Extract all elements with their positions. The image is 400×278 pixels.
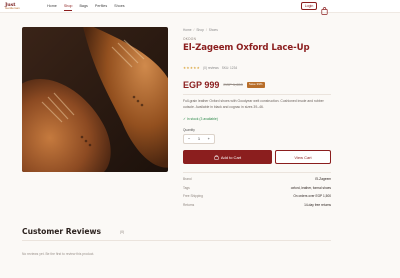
rating-stars: ★★★★★	[183, 66, 201, 70]
divider	[22, 240, 331, 241]
old-price: EGP 1,650	[223, 82, 243, 87]
stock-status: ✓ In stock (3 available)	[183, 117, 218, 121]
product-image[interactable]	[22, 27, 168, 172]
add-to-cart-button[interactable]: Add to Cart	[183, 150, 272, 164]
breadcrumb-shop[interactable]: Shop	[196, 28, 203, 32]
product-description: Full-grain leather Oxford shoes with Goo…	[183, 99, 324, 109]
divider	[183, 172, 331, 173]
spec-key: Returns	[183, 202, 195, 207]
breadcrumb: Home / Shop / Shoes	[183, 28, 218, 32]
spec-key: Free Shipping	[183, 194, 203, 199]
quantity-value[interactable]: 1	[198, 135, 200, 143]
add-to-cart-label: Add to Cart	[220, 154, 242, 160]
spec-key: Brand	[183, 177, 192, 181]
nav-item-home[interactable]: Home	[47, 4, 57, 9]
spec-key: Tags	[183, 185, 190, 190]
product-sku: SKU: 1234	[221, 66, 238, 70]
breadcrumb-home[interactable]: Home	[183, 28, 192, 32]
decrease-quantity-button[interactable]: −	[188, 135, 190, 143]
rating-reviews-count[interactable]: (0) reviews	[203, 66, 219, 70]
main-nav: Home Shop Bags Perfiles Shoes	[47, 4, 125, 11]
current-price: EGP 999	[183, 80, 220, 90]
nav-item-shoes[interactable]: Shoes	[114, 4, 124, 9]
divider	[183, 94, 331, 95]
cart-icon	[214, 154, 219, 160]
spec-value: oxford, leather, formal shoes	[290, 185, 331, 190]
sale-badge: Save 39%	[246, 82, 265, 88]
login-button[interactable]: Login	[301, 2, 317, 10]
bag-icon[interactable]	[321, 2, 328, 15]
breadcrumb-current: Shoes	[208, 28, 218, 32]
product-specs: Brand El-Zageem Tags oxford, leather, fo…	[183, 176, 331, 210]
spec-row: Free Shipping On orders over EGP 1,500	[183, 193, 331, 202]
nav-item-shop[interactable]: Shop	[63, 4, 72, 11]
view-cart-button[interactable]: View Cart	[275, 150, 331, 164]
quantity-label: Quantity	[183, 128, 195, 132]
price-row: EGP 999 EGP 1,650 Save 39%	[183, 80, 265, 90]
product-brand: OKDON	[183, 37, 197, 41]
nav-item-bags[interactable]: Bags	[79, 4, 87, 9]
reviews-empty-message: No reviews yet. Be the first to review t…	[22, 252, 95, 256]
breadcrumb-separator: /	[205, 28, 207, 32]
product-title: El-Zageem Oxford Lace-Up	[183, 43, 310, 53]
spec-row: Brand El-Zageem	[183, 176, 331, 185]
spec-row: Returns 14-day free returns	[183, 202, 331, 211]
top-navbar: Just Gentleman Home Shop Bags Perfiles S…	[0, 0, 400, 15]
reviews-heading: Customer Reviews	[22, 227, 102, 236]
reviews-count: (0)	[120, 230, 125, 234]
product-rating: ★★★★★ (0) reviews SKU: 1234	[183, 66, 237, 70]
increase-quantity-button[interactable]: +	[208, 135, 210, 143]
spec-row: Tags oxford, leather, formal shoes	[183, 185, 331, 194]
spec-value: 14-day free returns	[304, 202, 331, 207]
brand-logo[interactable]: Just Gentleman	[5, 3, 24, 11]
spec-value: El-Zageem	[315, 177, 331, 181]
nav-item-perfiles[interactable]: Perfiles	[95, 4, 107, 9]
quantity-stepper[interactable]: − 1 +	[183, 134, 215, 144]
spec-value: On orders over EGP 1,500	[293, 194, 331, 199]
logo-subtitle: Gentleman	[5, 6, 20, 10]
breadcrumb-separator: /	[193, 28, 195, 32]
